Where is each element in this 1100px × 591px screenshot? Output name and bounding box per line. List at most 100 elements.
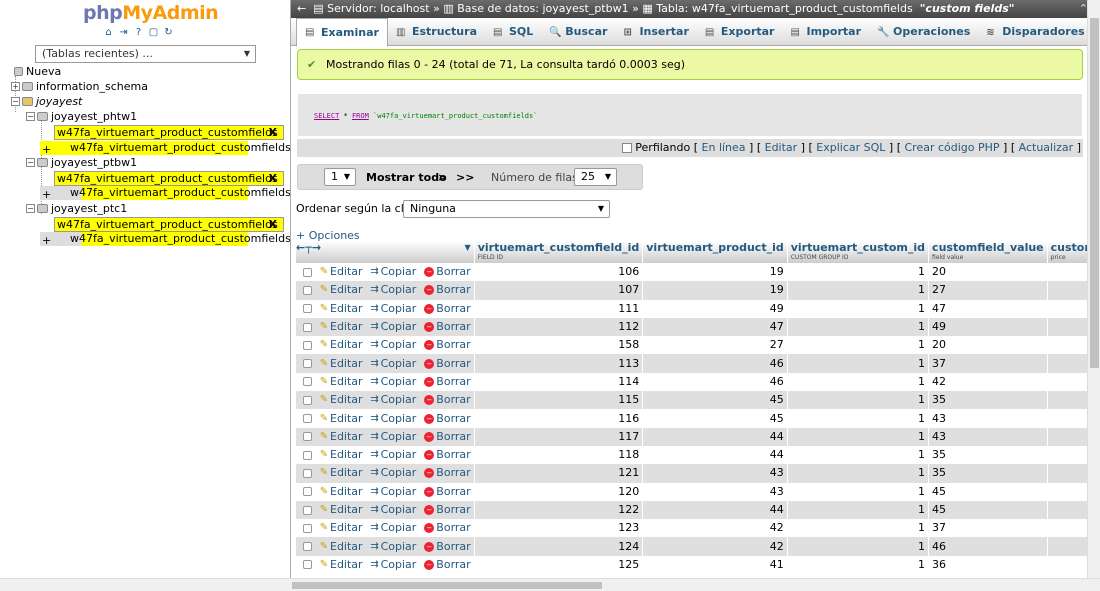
cell-virtuemart-custom-id[interactable]: 1 (787, 372, 930, 392)
cell-virtuemart-product-id[interactable]: 45 (642, 391, 788, 410)
edit-link[interactable]: Editar (330, 558, 363, 571)
copy-link[interactable]: Copiar (381, 302, 417, 315)
cell-virtuemart-customfield-id[interactable]: 116 (474, 409, 644, 428)
tab-operaciones[interactable]: 🔧 Operaciones (869, 18, 978, 46)
edit-link[interactable]: Editar (330, 283, 363, 296)
cell-customfield-value[interactable]: 20 (928, 263, 1048, 282)
breadcrumb-table[interactable]: Tabla: w47fa_virtuemart_product_customfi… (656, 2, 912, 15)
copy-link[interactable]: Copiar (381, 540, 417, 553)
row-checkbox[interactable] (303, 285, 312, 295)
cell-customfield-value[interactable]: 35 (928, 464, 1048, 483)
cell-customfield-value[interactable]: 46 (928, 537, 1048, 556)
inline-link[interactable]: En línea (702, 141, 746, 154)
create-php-link[interactable]: Crear código PHP (905, 141, 1000, 154)
docs-icon[interactable]: ▢ (148, 27, 159, 38)
cell-virtuemart-custom-id[interactable]: 1 (787, 519, 930, 538)
collapse-icon[interactable]: − (26, 204, 35, 213)
close-icon[interactable]: X (269, 172, 277, 185)
tab-insertar[interactable]: ⊞ Insertar (615, 18, 696, 46)
exit-icon[interactable]: ⇥ (118, 27, 129, 38)
tree-table-ptc1[interactable]: + w47fa_virtuemart_product_customfields (40, 232, 290, 247)
cell-virtuemart-custom-id[interactable]: 1 (787, 263, 930, 282)
row-checkbox[interactable] (303, 505, 312, 515)
cell-customfield-value[interactable]: 35 (928, 391, 1048, 410)
cell-customfield-value[interactable]: 43 (928, 427, 1048, 446)
copy-link[interactable]: Copiar (381, 320, 417, 333)
delete-link[interactable]: Borrar (436, 448, 470, 461)
copy-link[interactable]: Copiar (381, 338, 417, 351)
cell-virtuemart-customfield-id[interactable]: 113 (474, 354, 644, 373)
cell-customfield-value[interactable]: 47 (928, 299, 1048, 318)
copy-link[interactable]: Copiar (381, 283, 417, 296)
show-all-button[interactable]: Mostrar todo (366, 165, 447, 191)
delete-link[interactable]: Borrar (436, 375, 470, 388)
edit-link[interactable]: Editar (330, 412, 363, 425)
tab-exportar[interactable]: ▤ Exportar (697, 18, 783, 46)
cell-customfield-value[interactable]: 37 (928, 519, 1048, 538)
cell-customfield-value[interactable]: 42 (928, 372, 1048, 392)
phpmyadmin-logo[interactable]: phpMyAdmin (83, 2, 219, 24)
cell-virtuemart-custom-id[interactable]: 1 (787, 299, 930, 318)
cell-virtuemart-customfield-id[interactable]: 114 (474, 372, 644, 392)
copy-link[interactable]: Copiar (381, 485, 417, 498)
tree-item-ptc1[interactable]: − joyayest_ptc1 (26, 201, 127, 216)
cell-virtuemart-product-id[interactable]: 27 (642, 336, 788, 355)
edit-link[interactable]: Editar (330, 357, 363, 370)
cell-virtuemart-custom-id[interactable]: 1 (787, 537, 930, 556)
cell-virtuemart-customfield-id[interactable]: 111 (474, 299, 644, 318)
copy-link[interactable]: Copiar (381, 503, 417, 516)
cell-virtuemart-customfield-id[interactable]: 118 (474, 445, 644, 465)
delete-link[interactable]: Borrar (436, 357, 470, 370)
tree-table-phtw1[interactable]: + w47fa_virtuemart_product_customfields (40, 141, 290, 156)
delete-link[interactable]: Borrar (436, 503, 470, 516)
delete-link[interactable]: Borrar (436, 521, 470, 534)
cell-virtuemart-product-id[interactable]: 43 (642, 482, 788, 501)
tree-item-information-schema[interactable]: + information_schema (11, 79, 148, 94)
cell-virtuemart-product-id[interactable]: 46 (642, 372, 788, 392)
delete-link[interactable]: Borrar (436, 393, 470, 406)
edit-link[interactable]: Editar (330, 265, 363, 278)
col-header[interactable]: virtuemart_custom_id CUSTOM GROUP ID (787, 241, 930, 263)
edit-link[interactable]: Editar (330, 448, 363, 461)
edit-link[interactable]: Editar (330, 338, 363, 351)
row-checkbox[interactable] (303, 487, 312, 497)
cell-virtuemart-product-id[interactable]: 42 (642, 519, 788, 538)
cell-virtuemart-customfield-id[interactable]: 120 (474, 482, 644, 501)
cell-virtuemart-custom-id[interactable]: 1 (787, 391, 930, 410)
row-checkbox[interactable] (303, 304, 312, 314)
cell-customfield-value[interactable]: 27 (928, 281, 1048, 300)
row-checkbox[interactable] (303, 322, 312, 332)
delete-link[interactable]: Borrar (436, 265, 470, 278)
cell-customfield-value[interactable]: 36 (928, 555, 1048, 575)
tab-importar[interactable]: ▤ Importar (782, 18, 869, 46)
explain-sql-link[interactable]: Explicar SQL (816, 141, 885, 154)
cell-virtuemart-custom-id[interactable]: 1 (787, 336, 930, 355)
tab-buscar[interactable]: 🔍 Buscar (541, 18, 615, 46)
last-page-button[interactable]: >> (456, 165, 474, 191)
row-checkbox[interactable] (303, 468, 312, 478)
close-icon[interactable]: X (269, 218, 277, 231)
cell-customfield-value[interactable]: 49 (928, 317, 1048, 337)
cell-virtuemart-product-id[interactable]: 42 (642, 537, 788, 556)
profiling-checkbox[interactable] (622, 143, 633, 153)
tab-sql[interactable]: ▤ SQL (485, 18, 541, 46)
collapse-icon[interactable]: − (26, 112, 35, 121)
page-select[interactable]: 1 ▼ (324, 168, 356, 186)
row-checkbox[interactable] (303, 542, 312, 552)
highlighted-table-ptc1[interactable]: w47fa_virtuemart_product_customfields X (54, 217, 284, 232)
recent-tables-select[interactable]: (Tablas recientes) ... ▼ (35, 45, 256, 63)
help-icon[interactable]: ? (133, 27, 144, 38)
back-icon[interactable]: ← (297, 2, 306, 15)
cell-virtuemart-custom-id[interactable]: 1 (787, 409, 930, 428)
cell-virtuemart-customfield-id[interactable]: 107 (474, 281, 644, 300)
cell-virtuemart-custom-id[interactable]: 1 (787, 317, 930, 337)
cell-virtuemart-custom-id[interactable]: 1 (787, 281, 930, 300)
delete-link[interactable]: Borrar (436, 430, 470, 443)
cell-virtuemart-product-id[interactable]: 41 (642, 555, 788, 575)
tree-item-ptbw1[interactable]: − joyayest_ptbw1 (26, 155, 137, 170)
copy-link[interactable]: Copiar (381, 558, 417, 571)
delete-link[interactable]: Borrar (436, 466, 470, 479)
col-header[interactable]: virtuemart_customfield_id FIELD ID (474, 241, 644, 263)
cell-virtuemart-custom-id[interactable]: 1 (787, 464, 930, 483)
copy-link[interactable]: Copiar (381, 521, 417, 534)
